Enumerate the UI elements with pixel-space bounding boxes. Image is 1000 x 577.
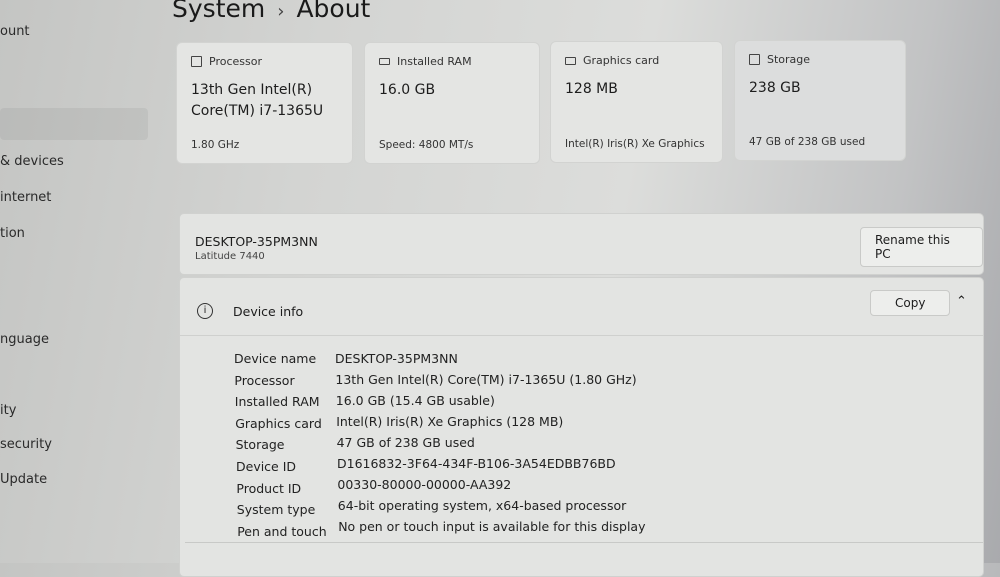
spec-value: 47 GB of 238 GB used [336,435,475,450]
breadcrumb: System › About [172,0,370,23]
spec-value: No pen or touch input is available for t… [338,519,646,534]
spec-label: Product ID [236,480,302,496]
sidebar-item-time-language[interactable]: nguage [0,332,49,347]
chevron-right-icon: › [277,1,285,22]
spec-value: DESKTOP-35PM3NN [335,351,458,366]
card-value: 238 GB [749,80,801,96]
spec-label: System type [236,502,316,518]
spec-value: 00330-80000-00000-AA392 [337,477,512,492]
spec-value: D1616832-3F64-434F-B106-3A54EDBB76BD [337,456,616,471]
spec-label: Device ID [236,459,297,474]
pc-name-panel: DESKTOP-35PM3NN Latitude 7440 Rename thi… [179,213,984,275]
page-title: About [296,0,371,23]
card-label: Storage [767,53,811,66]
ram-icon [379,58,390,65]
info-icon: i [197,303,213,319]
spec-label: Pen and touch [237,523,327,539]
spec-value: Intel(R) Iris(R) Xe Graphics (128 MB) [336,414,564,429]
graphics-card-card: Graphics card 128 MB Intel(R) Iris(R) Xe… [550,41,723,163]
spec-label: Device name [234,351,317,366]
copy-button[interactable]: Copy [870,290,951,316]
processor-icon [191,56,202,67]
spec-value: 16.0 GB (15.4 GB usable) [335,393,495,408]
spec-value: 13th Gen Intel(R) Core(TM) i7-1365U (1.8… [335,372,637,387]
sidebar-item-network-internet[interactable]: internet [0,190,51,205]
chevron-up-icon[interactable]: ⌃ [956,294,967,309]
card-value: 13th Gen Intel(R) Core(TM) i7-1365U [191,82,324,119]
spec-label: Installed RAM [234,394,320,410]
rename-pc-button[interactable]: Rename this PC [860,227,983,267]
sidebar-item-personalization[interactable]: tion [0,226,25,241]
card-value: 16.0 GB [379,82,436,98]
sidebar-item-privacy-security[interactable]: security [0,437,52,452]
device-info-title: Device info [233,304,304,319]
divider [180,335,983,336]
ram-card: Installed RAM 16.0 GB Speed: 4800 MT/s [364,42,540,164]
sidebar-item-accounts[interactable]: ount [0,24,30,39]
card-sub: 47 GB of 238 GB used [749,136,866,148]
divider [185,542,983,543]
card-sub: 1.80 GHz [191,139,240,151]
graphics-card-icon [565,56,576,65]
card-label: Installed RAM [397,55,472,68]
spec-label: Storage [235,437,285,453]
card-sub: Speed: 4800 MT/s [379,139,474,151]
spec-value: 64-bit operating system, x64-based proce… [337,498,627,513]
sidebar-item-windows-update[interactable]: Update [0,472,47,487]
spec-label: Graphics card [235,415,322,431]
sidebar-selected-item-system[interactable] [0,108,148,140]
sidebar-item-bluetooth-devices[interactable]: & devices [0,154,64,169]
processor-card: Processor 13th Gen Intel(R) Core(TM) i7-… [176,42,353,164]
spec-label: Processor [234,372,295,388]
breadcrumb-system[interactable]: System [172,0,265,23]
card-value: 128 MB [565,81,618,97]
sidebar: ount & devices internet tion nguage ity … [0,0,160,563]
sidebar-item-accessibility[interactable]: ity [0,403,16,418]
card-label: Graphics card [583,54,660,67]
storage-card: Storage 238 GB 47 GB of 238 GB used [734,40,906,161]
card-label: Processor [209,55,262,68]
pc-name: DESKTOP-35PM3NN [195,234,318,249]
storage-icon [749,54,760,65]
card-sub: Intel(R) Iris(R) Xe Graphics [565,138,705,150]
pc-model: Latitude 7440 [195,251,265,262]
